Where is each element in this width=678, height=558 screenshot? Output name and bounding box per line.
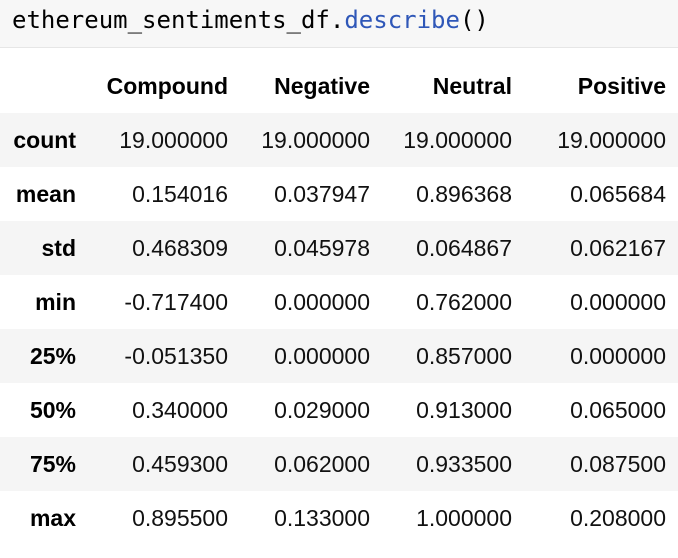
row-label: 75% [29,450,76,477]
table-cell: 0.340000 [132,396,228,423]
table-cell: 19.000000 [557,126,666,153]
row-label: 25% [29,342,76,369]
table-cell: 0.895500 [132,504,228,531]
table-row: min -0.717400 0.000000 0.762000 0.000000 [0,275,678,329]
header-row: Compound Negative Neutral Positive [0,59,678,113]
table-cell: 0.000000 [274,288,370,315]
table-cell: 19.000000 [119,126,228,153]
code-dot: . [329,6,345,34]
table-cell: 0.065684 [570,180,666,207]
table-cell: 0.062000 [274,450,370,477]
row-label: max [29,504,76,531]
table-cell: 19.000000 [403,126,512,153]
table-cell: 0.062167 [570,234,666,261]
table-body: count 19.000000 19.000000 19.000000 19.0… [0,113,678,545]
table-cell: 0.208000 [570,504,666,531]
table-cell: 19.000000 [261,126,370,153]
code-parens: () [459,6,489,34]
table-cell: 0.468309 [132,234,228,261]
table-cell: 0.000000 [274,342,370,369]
table-cell: 0.154016 [132,180,228,207]
table-cell: 0.762000 [416,288,512,315]
code-cell[interactable]: ethereum_sentiments_df.describe() [0,0,678,48]
describe-output-table: Compound Negative Neutral Positive count… [0,59,678,545]
table-header: Compound Negative Neutral Positive [0,59,678,113]
table-row: max 0.895500 0.133000 1.000000 0.208000 [0,491,678,545]
table-cell: 0.065000 [570,396,666,423]
table-cell: 0.933500 [416,450,512,477]
table-row: mean 0.154016 0.037947 0.896368 0.065684 [0,167,678,221]
column-header-neutral: Neutral [432,72,512,99]
table-cell: 0.029000 [274,396,370,423]
table-row: std 0.468309 0.045978 0.064867 0.062167 [0,221,678,275]
column-header-positive: Positive [577,72,666,99]
table-row: 75% 0.459300 0.062000 0.933500 0.087500 [0,437,678,491]
table-cell: 1.000000 [416,504,512,531]
code-object-name: ethereum_sentiments_df [12,6,330,34]
table-row: 25% -0.051350 0.000000 0.857000 0.000000 [0,329,678,383]
table-cell: 0.000000 [570,288,666,315]
table-cell: 0.087500 [570,450,666,477]
table-cell: 0.037947 [274,180,370,207]
code-method-name: describe [344,6,460,34]
table-cell: 0.045978 [274,234,370,261]
table-cell: 0.896368 [416,180,512,207]
table-cell: 0.000000 [570,342,666,369]
table-cell: 0.064867 [416,234,512,261]
column-header-negative: Negative [274,72,370,99]
row-label: min [35,288,76,315]
table-cell: 0.133000 [274,504,370,531]
row-label: count [13,126,76,153]
table-cell: 0.857000 [416,342,512,369]
table-cell: -0.051350 [124,342,228,369]
table-row: 50% 0.340000 0.029000 0.913000 0.065000 [0,383,678,437]
table-row: count 19.000000 19.000000 19.000000 19.0… [0,113,678,167]
code-line: ethereum_sentiments_df.describe() [12,5,489,35]
row-label: 50% [29,396,76,423]
table-cell: 0.459300 [132,450,228,477]
column-header-compound: Compound [106,72,228,99]
table-cell: -0.717400 [124,288,228,315]
header-index-blank [0,59,88,113]
row-label: mean [15,180,76,207]
table-cell: 0.913000 [416,396,512,423]
row-label: std [41,234,77,261]
